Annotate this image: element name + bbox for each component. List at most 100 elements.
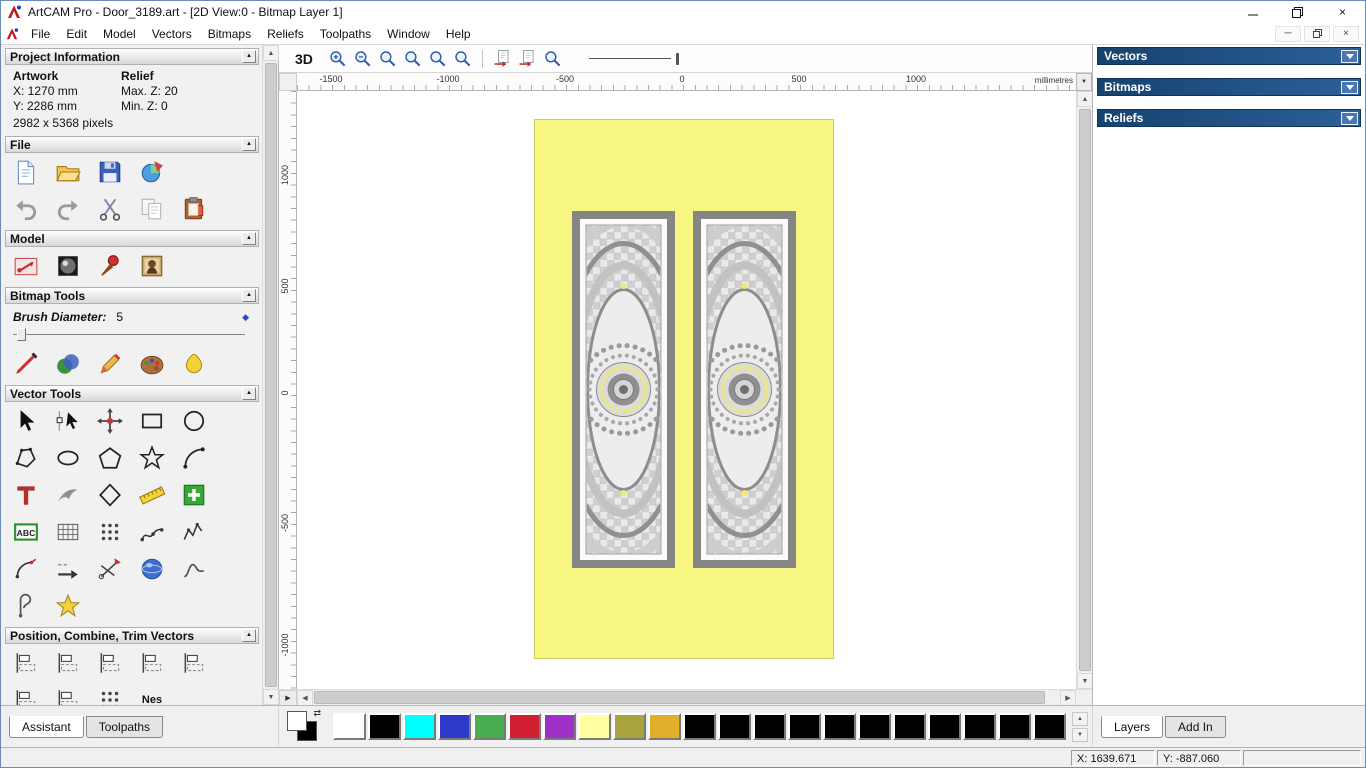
colour-swatch[interactable]	[438, 713, 471, 740]
reliefs-panel-header[interactable]: Reliefs	[1097, 109, 1361, 127]
redo-icon[interactable]	[55, 196, 81, 222]
sculpt-icon[interactable]	[97, 253, 123, 279]
create-polygon-icon[interactable]	[97, 445, 123, 471]
colour-swatch[interactable]	[718, 713, 751, 740]
nest-star-icon[interactable]	[55, 593, 81, 619]
mdi-restore-button[interactable]	[1304, 25, 1330, 42]
trim-vectors-icon[interactable]	[97, 556, 123, 582]
vectors-panel-header[interactable]: Vectors	[1097, 47, 1361, 65]
align-right-icon[interactable]	[55, 650, 81, 676]
profile-icon[interactable]	[13, 593, 39, 619]
colour-swatch[interactable]	[333, 713, 366, 740]
colour-swatch[interactable]	[753, 713, 786, 740]
collapse-button[interactable]: ▲	[242, 629, 256, 642]
colour-swatch[interactable]	[508, 713, 541, 740]
zoom-selected-icon[interactable]	[541, 47, 564, 70]
collapse-button[interactable]: ▲	[242, 50, 256, 63]
slider-handle[interactable]	[17, 328, 26, 341]
colour-swatch[interactable]	[578, 713, 611, 740]
section-icon[interactable]	[181, 556, 207, 582]
offset-vector-icon[interactable]	[55, 556, 81, 582]
wrap-text-icon[interactable]	[55, 482, 81, 508]
zoom-objects-icon[interactable]	[451, 47, 474, 70]
colour-swatch[interactable]	[963, 713, 996, 740]
paste-vectors-icon[interactable]	[181, 482, 207, 508]
primary-colour-swatch[interactable]	[287, 710, 307, 731]
colour-palette-icon[interactable]	[139, 351, 165, 377]
paint-selective-icon[interactable]	[55, 351, 81, 377]
menu-item[interactable]: Toolpaths	[312, 24, 379, 44]
colour-swatch[interactable]	[788, 713, 821, 740]
create-circle-icon[interactable]	[181, 408, 207, 434]
menu-item[interactable]: File	[23, 24, 58, 44]
create-polyline-icon[interactable]	[13, 445, 39, 471]
tab-toolpaths[interactable]: Toolpaths	[85, 715, 164, 738]
create-star-icon[interactable]	[139, 445, 165, 471]
tab-assistant[interactable]: Assistant	[9, 715, 84, 738]
zoom-in-icon[interactable]	[326, 47, 349, 70]
canvas-vertical-scrollbar[interactable]: ▲ ▼	[1076, 91, 1093, 689]
align-centre-icon[interactable]	[181, 650, 207, 676]
scroll-down-button[interactable]: ▼	[263, 689, 279, 705]
zoom-slider-handle[interactable]	[675, 52, 679, 65]
create-text-icon[interactable]	[13, 482, 39, 508]
fit-arcs-icon[interactable]	[139, 519, 165, 545]
text-abc-icon[interactable]	[13, 519, 39, 545]
dropdown-button[interactable]	[1341, 80, 1358, 94]
zoom-extents-icon[interactable]	[401, 47, 424, 70]
open-model-icon[interactable]	[55, 159, 81, 185]
nesting-icon[interactable]: Nes	[139, 687, 165, 705]
load-bitmap-icon[interactable]	[139, 253, 165, 279]
measure-icon[interactable]	[139, 482, 165, 508]
mdi-minimize-button[interactable]: ─	[1275, 25, 1301, 42]
scroll-right-button[interactable]: ▶	[1060, 690, 1076, 706]
flood-fill-icon[interactable]	[181, 351, 207, 377]
scroll-left-button[interactable]: ◀	[297, 690, 313, 706]
colour-swatch[interactable]	[368, 713, 401, 740]
menu-item[interactable]: Bitmaps	[200, 24, 259, 44]
save-model-icon[interactable]	[97, 159, 123, 185]
bitmaps-panel-header[interactable]: Bitmaps	[1097, 78, 1361, 96]
colour-picker-icon[interactable]: ◆	[242, 312, 249, 323]
panel-splitter-button[interactable]: ▶	[279, 690, 297, 706]
next-view-icon[interactable]	[516, 47, 539, 70]
menu-item[interactable]: Window	[379, 24, 438, 44]
close-button[interactable]: ×	[1320, 1, 1365, 23]
set-model-size-icon[interactable]	[13, 253, 39, 279]
extrude-sphere-icon[interactable]	[139, 556, 165, 582]
new-model-icon[interactable]	[13, 159, 39, 185]
block-copy-icon[interactable]	[97, 519, 123, 545]
scroll-up-button[interactable]: ▲	[263, 45, 279, 61]
align-left-icon[interactable]	[13, 650, 39, 676]
colour-swatch[interactable]	[403, 713, 436, 740]
create-ellipse-icon[interactable]	[55, 445, 81, 471]
dropdown-button[interactable]	[1341, 111, 1358, 125]
restore-button[interactable]	[1275, 1, 1320, 23]
model-lighting-icon[interactable]	[55, 253, 81, 279]
colour-swatch[interactable]	[613, 713, 646, 740]
node-editing-icon[interactable]	[55, 408, 81, 434]
align-top-icon[interactable]	[97, 650, 123, 676]
tab-layers[interactable]: Layers	[1101, 715, 1164, 738]
primary-secondary-colour[interactable]: ⇄	[287, 708, 321, 743]
draw-icon[interactable]	[97, 351, 123, 377]
cut-icon[interactable]	[97, 196, 123, 222]
collapse-button[interactable]: ▲	[242, 387, 256, 400]
palette-scroll-down-button[interactable]: ▼	[1072, 727, 1088, 742]
drawing-canvas[interactable]	[297, 91, 1076, 689]
fit-polyline-icon[interactable]	[181, 519, 207, 545]
transform-vectors-icon[interactable]	[97, 408, 123, 434]
scroll-thumb[interactable]	[1078, 109, 1091, 671]
scroll-thumb[interactable]	[314, 691, 1045, 704]
create-diamond-icon[interactable]	[97, 482, 123, 508]
scroll-up-button[interactable]: ▲	[1077, 91, 1093, 107]
collapse-button[interactable]: ▲	[242, 138, 256, 151]
ungroup-vectors-icon[interactable]	[55, 687, 81, 705]
scroll-down-button[interactable]: ▼	[1077, 673, 1093, 689]
units-dropdown-button[interactable]: ▼	[1076, 73, 1092, 91]
collapse-button[interactable]: ▲	[242, 289, 256, 302]
menu-item[interactable]: Model	[95, 24, 144, 44]
zoom-previous-icon[interactable]	[376, 47, 399, 70]
minimize-button[interactable]	[1230, 1, 1275, 23]
create-rectangle-icon[interactable]	[139, 408, 165, 434]
